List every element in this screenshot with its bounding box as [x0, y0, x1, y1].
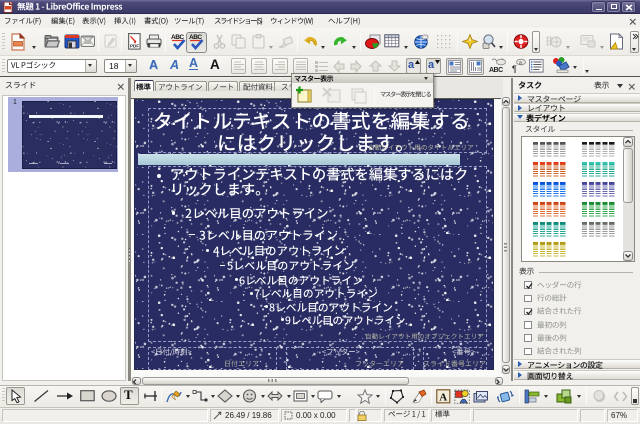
svg-text:¶: ¶ [512, 64, 517, 74]
svg-text:A: A [439, 392, 447, 404]
svg-text:ABC: ABC [489, 67, 503, 74]
svg-text:PDF: PDF [130, 44, 139, 49]
svg-text:a: a [519, 61, 522, 67]
